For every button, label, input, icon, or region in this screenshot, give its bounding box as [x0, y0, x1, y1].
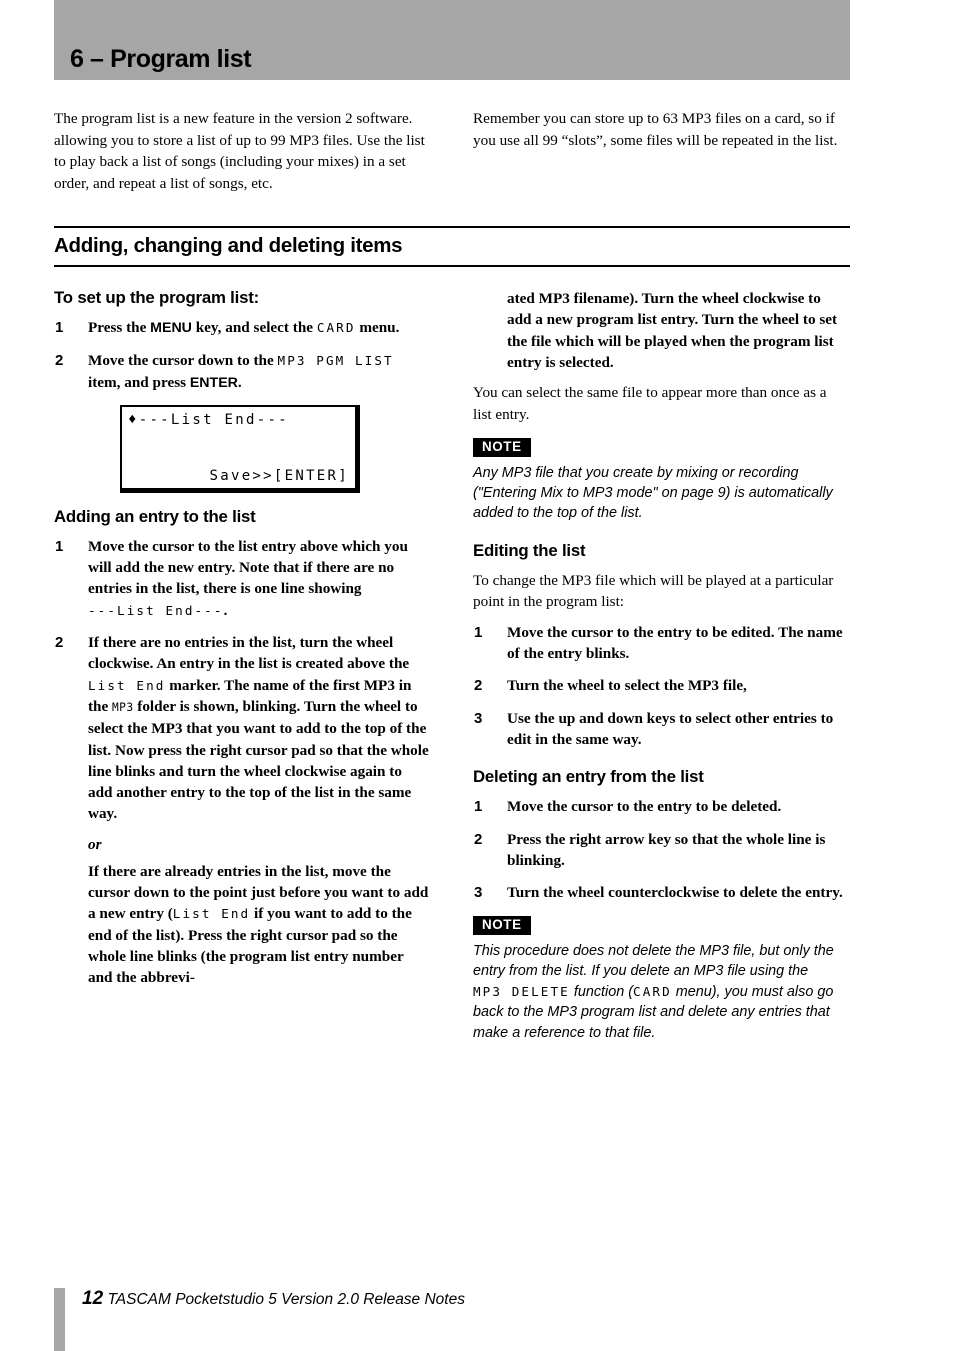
- main-left-column: To set up the program list: 1 Press the M…: [54, 288, 429, 998]
- lcd-label-list-end-alt: List End: [172, 906, 251, 922]
- deleting-step-2: 2 Press the right arrow key so that the w…: [473, 829, 848, 872]
- note-block-1: NOTE Any MP3 file that you create by mix…: [473, 438, 848, 524]
- step-number: 2: [474, 677, 483, 695]
- page-content: The program list is a new feature in the…: [54, 0, 850, 1351]
- note2-part-b: function (: [569, 983, 634, 1000]
- step-text-part-c: .: [237, 373, 242, 391]
- step-text-part-c: menu.: [355, 319, 400, 336]
- or-separator-label: or: [88, 835, 102, 853]
- intro-right-paragraph: Remember you can store up to 63 MP3 file…: [473, 110, 838, 149]
- adding-step-1: 1 Move the cursor to the list entry above…: [54, 536, 429, 621]
- step-text: Move the cursor to the entry to be delet…: [507, 798, 782, 816]
- step-number: 2: [474, 830, 483, 848]
- step-number: 3: [474, 709, 483, 727]
- footer-accent-bar: [54, 1288, 65, 1351]
- intro-right-column: Remember you can store up to 63 MP3 file…: [473, 108, 848, 151]
- adding-step-2: 2 If there are no entries in the list, tu…: [54, 632, 429, 825]
- step-number: 1: [474, 798, 483, 816]
- step-number: 3: [474, 884, 483, 902]
- adding-steps-list: 1 Move the cursor to the list entry above…: [54, 536, 429, 825]
- note2-part-a: This procedure does not delete the MP3 f…: [473, 942, 834, 980]
- adding-alternative-paragraph: If there are already entries in the list…: [88, 861, 429, 989]
- lcd-label-mp3-pgm-list: MP3 PGM LIST: [277, 353, 394, 369]
- page-footer: 12 TASCAM Pocketstudio 5 Version 2.0 Rel…: [54, 1288, 850, 1351]
- note-body-1: Any MP3 file that you create by mixing o…: [473, 464, 833, 522]
- editing-step-1: 1 Move the cursor to the entry to be edit…: [473, 622, 848, 665]
- setup-step-1: 1 Press the MENU key, and select the CARD…: [54, 317, 429, 339]
- step-text: Turn the wheel counterclockwise to delet…: [507, 884, 843, 902]
- step-text-part-b: key, and select the: [191, 319, 317, 336]
- same-file-paragraph: You can select the same file to appear m…: [473, 384, 827, 423]
- step-text: Turn the wheel to select the MP3 file,: [507, 677, 747, 695]
- editing-intro-paragraph: To change the MP3 file which will be pla…: [473, 571, 834, 611]
- intro-left-paragraph: The program list is a new feature in the…: [54, 110, 425, 192]
- footer-document-title: TASCAM Pocketstudio 5 Version 2.0 Releas…: [103, 1291, 465, 1308]
- footer-page-number: 12: [82, 1288, 104, 1309]
- editing-steps-list: 1 Move the cursor to the entry to be edit…: [473, 622, 848, 750]
- key-label-enter: ENTER: [189, 374, 238, 391]
- lcd-label-card: CARD: [316, 320, 356, 335]
- intro-left-column: The program list is a new feature in the…: [54, 108, 429, 194]
- step-number: 2: [55, 634, 64, 652]
- note-badge: NOTE: [473, 438, 531, 457]
- setup-step-2: 2 Move the cursor down to the MP3 PGM LIS…: [54, 350, 429, 394]
- lcd-figure-wrapper: ♦---List End--- Save>>[ENTER]: [120, 404, 366, 493]
- deleting-step-3: 3 Turn the wheel counterclockwise to dele…: [473, 882, 848, 903]
- lcd-label-mp3-folder: MP3: [112, 700, 134, 714]
- lcd-line-1: ♦---List End---: [128, 411, 289, 428]
- editing-step-3: 3 Use the up and down keys to select othe…: [473, 708, 848, 751]
- note-badge: NOTE: [473, 916, 531, 935]
- step-text-part-b: item, and press: [88, 373, 190, 391]
- lcd-label-list-end-marker: List End: [88, 677, 166, 693]
- step-text-part-a: Press the: [88, 319, 151, 336]
- lcd-display-figure: ♦---List End--- Save>>[ENTER]: [120, 404, 360, 493]
- note-block-2: NOTE This procedure does not delete the …: [473, 916, 848, 1042]
- footer-text: 12 TASCAM Pocketstudio 5 Version 2.0 Rel…: [82, 1288, 465, 1310]
- section-rule-bottom: [54, 265, 850, 267]
- continuation-paragraph: ated MP3 filename). Turn the wheel clock…: [507, 290, 838, 371]
- key-label-menu: MENU: [150, 320, 192, 336]
- subheading-deleting-entry: Deleting an entry from the list: [473, 767, 704, 787]
- step-number: 2: [55, 352, 64, 370]
- lcd-label-card-menu: CARD: [633, 983, 672, 999]
- step-text-part-b: .: [223, 601, 228, 619]
- subheading-setup-program-list: To set up the program list:: [54, 288, 259, 307]
- lcd-label-mp3-delete: MP3 DELETE: [473, 983, 570, 999]
- step-text-part-c: folder is shown, blinking. Turn the whee…: [88, 697, 429, 823]
- step-text-part-a: Move the cursor down to the: [88, 352, 278, 370]
- step-number: 1: [55, 537, 64, 555]
- step-text: Use the up and down keys to select other…: [507, 709, 834, 748]
- section-heading: Adding, changing and deleting items: [54, 234, 403, 257]
- editing-step-2: 2 Turn the wheel to select the MP3 file,: [473, 675, 848, 696]
- subheading-adding-entry: Adding an entry to the list: [54, 506, 256, 526]
- step-text: Press the right arrow key so that the wh…: [507, 830, 826, 869]
- deleting-steps-list: 1 Move the cursor to the entry to be dele…: [473, 796, 848, 903]
- lcd-line-4: Save>>[ENTER]: [209, 467, 349, 484]
- step-number: 1: [55, 319, 64, 336]
- setup-steps-list: 1 Press the MENU key, and select the CARD…: [54, 317, 429, 394]
- main-right-column: ated MP3 filename). Turn the wheel clock…: [473, 288, 848, 1043]
- step-text-part-a: If there are no entries in the list, tur…: [88, 634, 410, 673]
- subheading-editing-list: Editing the list: [473, 540, 586, 560]
- note-body-2: This procedure does not delete the MP3 f…: [473, 941, 848, 1043]
- lcd-label-list-end: ---List End---: [88, 602, 224, 618]
- step-number: 1: [474, 623, 483, 641]
- deleting-step-1: 1 Move the cursor to the entry to be dele…: [473, 796, 848, 817]
- step-text: Move the cursor to the entry to be edite…: [507, 623, 843, 663]
- step-text-part-a: Move the cursor to the list entry above …: [88, 537, 408, 598]
- section-heading-block: Adding, changing and deleting items: [54, 226, 850, 267]
